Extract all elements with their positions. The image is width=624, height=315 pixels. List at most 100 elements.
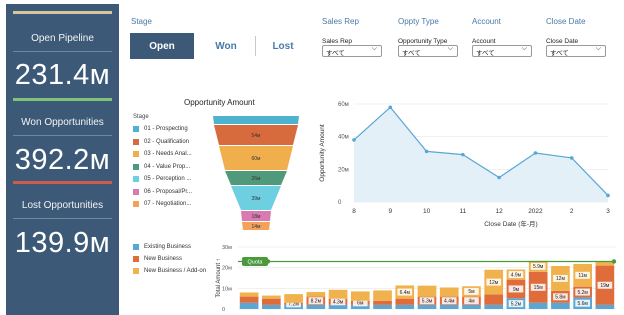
bar-value-label: 6м xyxy=(357,301,364,307)
line-point xyxy=(497,175,501,180)
funnel-segment-label: 60м xyxy=(252,156,262,162)
x-tick-label: 10 xyxy=(423,208,431,215)
funnel-title: Opportunity Amount xyxy=(184,98,255,107)
bar-value-label: 5.6м xyxy=(577,301,588,307)
close-date-select-label: Close Date xyxy=(546,38,579,45)
line-point xyxy=(606,193,610,198)
bar-segment xyxy=(595,304,615,309)
line-point xyxy=(424,149,429,154)
stage-toggle-lost[interactable]: Lost xyxy=(260,33,306,59)
y-tick-label: 0 xyxy=(338,200,342,206)
sales-rep-select[interactable]: すべて ⌵ xyxy=(322,45,382,57)
funnel-segment-label: 14м xyxy=(252,224,262,230)
funnel-legend-item[interactable]: 01 - Prospecting xyxy=(133,126,188,132)
bar-segment xyxy=(262,298,281,305)
kpi-label: Won Opportunities xyxy=(21,117,104,128)
bar-segment xyxy=(417,285,437,297)
funnel-chart[interactable]: 54м 60м 26м 39м 18м 14м xyxy=(213,116,299,231)
line-point xyxy=(352,138,356,142)
funnel-legend-item[interactable]: 02 - Qualification xyxy=(133,138,189,145)
bar-segment xyxy=(373,304,392,309)
account-select[interactable]: すべて ⌵ xyxy=(472,45,532,57)
bar-segment xyxy=(551,302,570,309)
bar-chart[interactable]: 010м20м30мTotal Amount ↑7.2м8.2м 4.3м 6м6.… xyxy=(214,239,618,315)
bar-segment xyxy=(262,295,281,299)
select-value: すべて xyxy=(402,50,421,57)
legend-label: 01 - Prospecting xyxy=(144,126,188,132)
funnel-legend-item[interactable]: 03 - Needs Anal... xyxy=(133,151,192,157)
y-tick-label: 20м xyxy=(338,167,349,173)
line-chart[interactable]: 0 20м 40м 60м 8 9 10 11 12 2022 2 3 Close Date (年-月)… xyxy=(312,96,618,232)
y-tick-label: 30м xyxy=(222,245,232,251)
x-tick-label: 3 xyxy=(606,208,610,215)
legend-swatch xyxy=(133,268,139,274)
bar-legend-item[interactable]: New Business xyxy=(133,256,182,262)
stage-filter-label: Stage xyxy=(131,17,152,26)
chevron-down-icon: ⌵ xyxy=(447,45,453,52)
legend-swatch xyxy=(133,126,139,132)
bar-value-label: 6.4м xyxy=(400,290,411,296)
legend-swatch xyxy=(133,256,139,262)
funnel-legend-item[interactable]: 07 - Negotiation... xyxy=(133,201,191,207)
funnel-segment xyxy=(213,116,299,124)
filter-header-sales-rep: Sales Rep xyxy=(322,17,359,26)
opportunity-type-select-label: Opportunity Type xyxy=(398,38,448,45)
legend-swatch xyxy=(133,244,139,250)
y-axis-label: Total Amount ↑ xyxy=(216,258,222,297)
bar-value-label: 4.3м xyxy=(333,300,344,306)
funnel-legend-title: Stage xyxy=(133,114,149,120)
kpi-accent-bar xyxy=(13,11,112,14)
bar-segment xyxy=(306,292,326,297)
line-point xyxy=(569,156,574,160)
stage-toggle-open[interactable]: Open xyxy=(130,33,194,59)
bar-segment xyxy=(350,291,370,301)
bar-value-label: 12м xyxy=(556,276,566,282)
legend-label: 06 - Proposal/Pr... xyxy=(144,188,193,195)
legend-swatch xyxy=(133,163,139,170)
funnel-legend-item[interactable]: 05 - Perception ... xyxy=(133,176,191,182)
bar-segment xyxy=(373,300,392,305)
funnel-segment-label: 54м xyxy=(252,133,262,139)
y-axis-label: Opportunity Amount xyxy=(319,124,326,182)
funnel-legend-item[interactable]: 04 - Value Prop... xyxy=(133,163,190,170)
bar-segment xyxy=(528,302,548,309)
x-tick-label: 9 xyxy=(388,208,392,215)
y-tick-label: 20м xyxy=(222,266,232,272)
bar-value-label: 4.4м xyxy=(444,299,455,305)
line-point xyxy=(388,105,393,110)
bar-segment xyxy=(484,294,504,305)
legend-label: 07 - Negotiation... xyxy=(144,201,192,207)
opportunity-type-select[interactable]: すべて ⌵ xyxy=(398,45,458,57)
kpi-accent-bar xyxy=(13,98,112,101)
y-tick-label: 0 xyxy=(222,307,225,313)
bar-value-label: 5.2м xyxy=(577,290,588,296)
funnel-legend-item[interactable]: 06 - Proposal/Pr... xyxy=(133,188,193,195)
bar-segment xyxy=(462,304,481,309)
kpi-divider xyxy=(13,51,112,52)
legend-label: New Business / Add-on xyxy=(144,268,207,274)
funnel-segment-label: 39м xyxy=(252,196,262,202)
bar-segment xyxy=(484,304,504,309)
kpi-value: 139.9м xyxy=(14,227,111,259)
line-area xyxy=(354,107,608,202)
close-date-select[interactable]: すべて ⌵ xyxy=(546,45,606,57)
bar-legend-item[interactable]: Existing Business xyxy=(133,244,191,250)
bar-segment xyxy=(417,304,437,309)
bar-value-label: 15м xyxy=(534,285,544,291)
bar-value-label: 5.8м xyxy=(555,295,566,301)
bar-legend-item[interactable]: New Business / Add-on xyxy=(133,268,206,274)
legend-label: New Business xyxy=(144,256,183,262)
kpi-value: 392.2м xyxy=(14,144,111,176)
kpi-divider xyxy=(13,135,112,136)
funnel-segment-label: 26м xyxy=(252,176,262,182)
bar-segment xyxy=(306,304,326,309)
legend-label: 05 - Perception ... xyxy=(144,176,192,182)
stage-toggle-won[interactable]: Won xyxy=(200,33,252,59)
bar-value-label: 19м xyxy=(600,283,610,289)
bar-segment xyxy=(284,294,303,303)
legend-swatch xyxy=(133,188,139,195)
y-tick-label: 60м xyxy=(338,102,349,108)
bar-value-label: 5.3м xyxy=(422,299,433,305)
bar-segment xyxy=(262,304,281,309)
select-value: すべて xyxy=(326,50,345,57)
